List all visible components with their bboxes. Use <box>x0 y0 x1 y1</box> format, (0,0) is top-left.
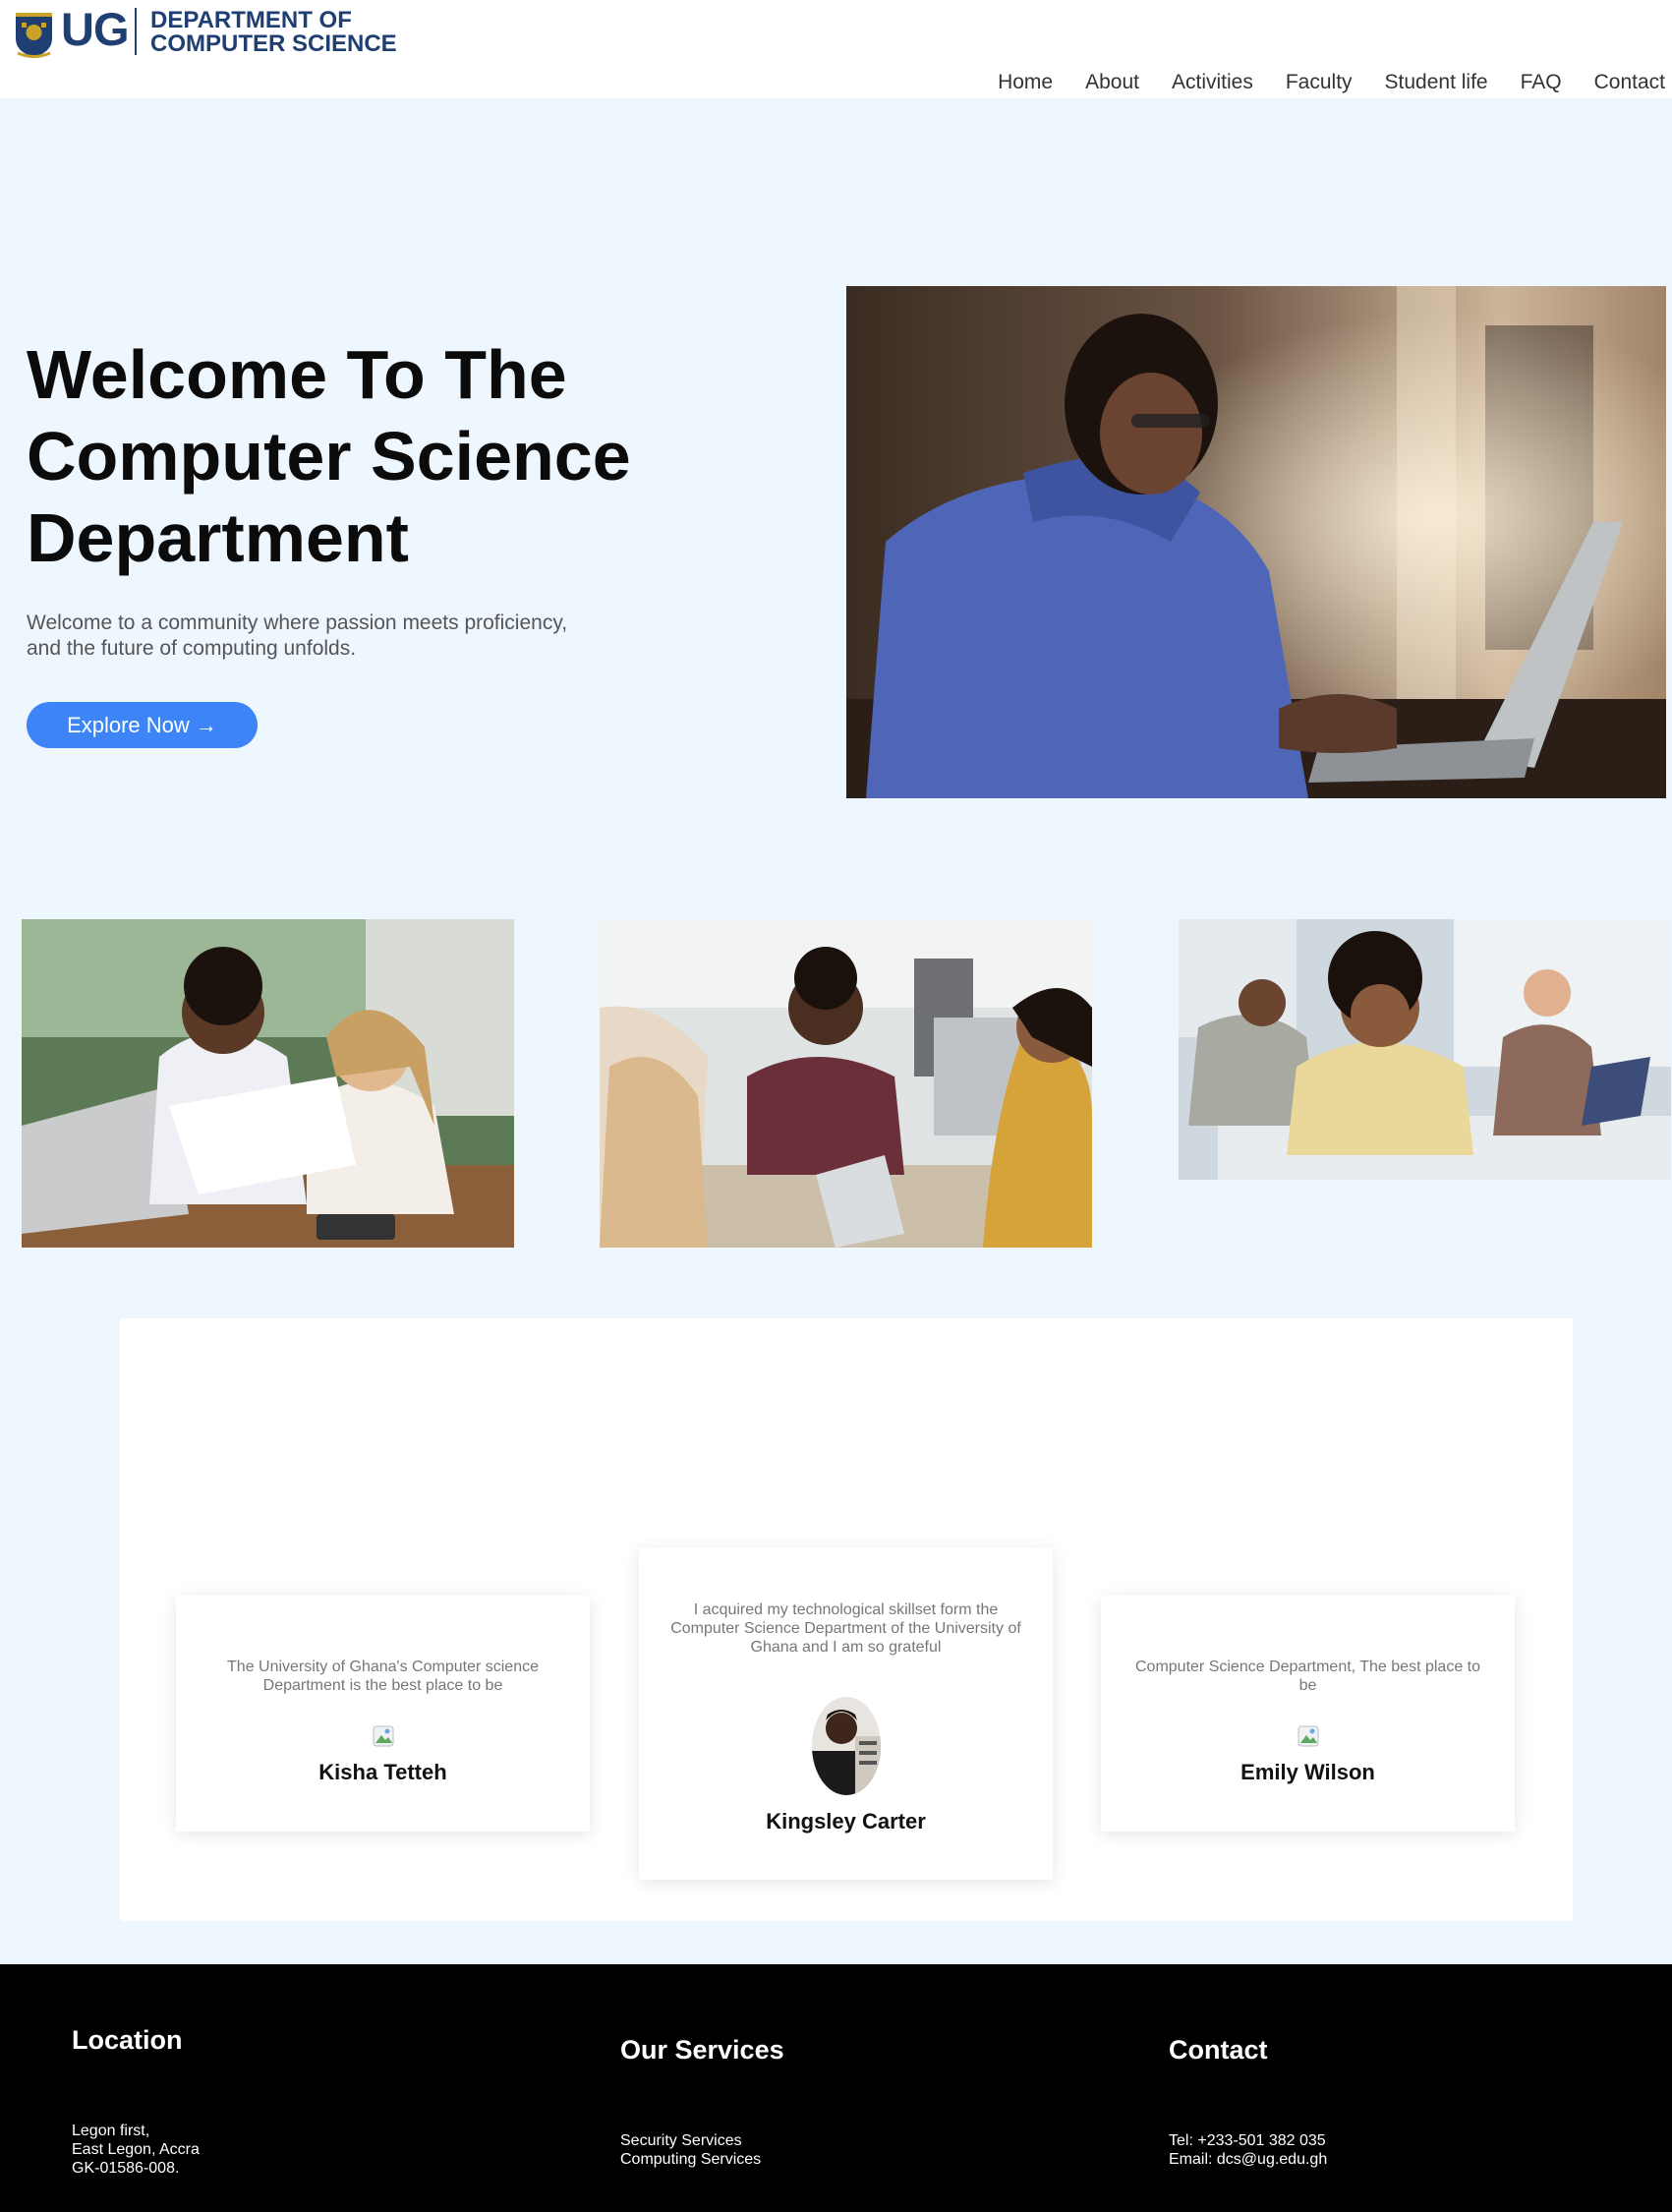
footer-contact-text: Tel: +233-501 382 035 Email: dcs@ug.edu.… <box>1169 2131 1464 2169</box>
site-footer: Location Legon first, East Legon, Accra … <box>0 1964 1672 2212</box>
hero-title-line1: Welcome To The <box>27 336 567 413</box>
main-nav: Home About Activities Faculty Student li… <box>965 71 1665 94</box>
footer-services: Our Services Security Services Computing… <box>620 2035 784 2168</box>
testimonial-card: Computer Science Department, The best pl… <box>1101 1596 1515 1832</box>
hero-subtitle-line2: and the future of computing unfolds. <box>27 637 357 660</box>
nav-student-life[interactable]: Student life <box>1385 71 1488 94</box>
footer-location: Location Legon first, East Legon, Accra … <box>72 2025 200 2177</box>
testimonial-card: The University of Ghana's Computer scien… <box>176 1596 590 1832</box>
nav-about[interactable]: About <box>1085 71 1139 94</box>
department-name: DEPARTMENT OF COMPUTER SCIENCE <box>150 9 397 56</box>
nav-faq[interactable]: FAQ <box>1521 71 1562 94</box>
hero-subtitle: Welcome to a community where passion mee… <box>27 611 636 662</box>
testimonial-quote: I acquired my technological skillset for… <box>670 1601 1021 1656</box>
avatar <box>373 1725 393 1747</box>
gallery-image-1 <box>22 919 514 1248</box>
testimonial-name: Kisha Tetteh <box>318 1760 447 1784</box>
avatar <box>812 1697 881 1795</box>
gallery-image-2 <box>600 919 1092 1248</box>
testimonial-name: Emily Wilson <box>1240 1760 1375 1784</box>
testimonial-quote: Computer Science Department, The best pl… <box>1135 1659 1480 1694</box>
footer-services-line1[interactable]: Security Services <box>620 2132 742 2149</box>
site-header: UG DEPARTMENT OF COMPUTER SCIENCE Home A… <box>0 0 1672 98</box>
hero-title-line2: Computer Science <box>27 418 631 495</box>
department-name-line2: COMPUTER SCIENCE <box>150 30 397 57</box>
footer-location-text: Legon first, East Legon, Accra GK-01586-… <box>72 2122 367 2178</box>
footer-location-line1: Legon first, <box>72 2123 150 2139</box>
footer-services-text: Security Services Computing Services <box>620 2131 915 2169</box>
footer-contact: Contact Tel: +233-501 382 035 Email: dcs… <box>1169 2035 1327 2168</box>
hero-title: Welcome To The Computer Science Departme… <box>27 334 715 579</box>
footer-location-line3: GK-01586-008. <box>72 2160 180 2177</box>
footer-contact-heading: Contact <box>1169 2035 1268 2065</box>
footer-location-line2: East Legon, Accra <box>72 2141 200 2158</box>
testimonial-name: Kingsley Carter <box>766 1809 926 1834</box>
testimonial-card: I acquired my technological skillset for… <box>639 1547 1053 1880</box>
department-name-line1: DEPARTMENT OF <box>150 7 352 33</box>
avatar <box>1297 1725 1318 1747</box>
nav-faculty[interactable]: Faculty <box>1286 71 1353 94</box>
logo-text[interactable]: UG <box>61 2 129 56</box>
logo-divider <box>135 8 137 55</box>
hero-image <box>846 286 1666 798</box>
university-crest-icon[interactable] <box>14 9 54 58</box>
nav-home[interactable]: Home <box>998 71 1053 94</box>
footer-phone[interactable]: Tel: +233-501 382 035 <box>1169 2132 1326 2149</box>
footer-services-heading: Our Services <box>620 2035 784 2065</box>
hero-title-line3: Department <box>27 499 409 576</box>
nav-activities[interactable]: Activities <box>1172 71 1253 94</box>
gallery-image-3 <box>1179 919 1671 1180</box>
explore-now-button[interactable]: Explore Now → <box>27 702 258 748</box>
footer-location-heading: Location <box>72 2025 183 2055</box>
nav-contact[interactable]: Contact <box>1594 71 1665 94</box>
footer-email[interactable]: Email: dcs@ug.edu.gh <box>1169 2151 1327 2168</box>
testimonial-quote: The University of Ghana's Computer scien… <box>227 1659 539 1694</box>
hero-subtitle-line1: Welcome to a community where passion mee… <box>27 611 568 634</box>
footer-services-line2[interactable]: Computing Services <box>620 2151 761 2168</box>
testimonials-section: The University of Ghana's Computer scien… <box>120 1318 1573 1921</box>
